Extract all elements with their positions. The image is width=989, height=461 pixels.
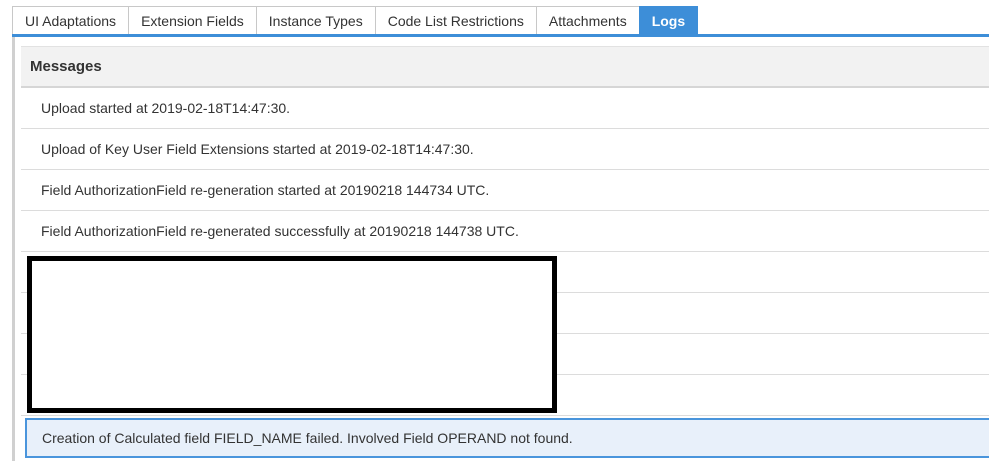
tab-attachments[interactable]: Attachments xyxy=(535,6,639,35)
message-row[interactable]: Upload started at 2019-02-18T14:47:30. xyxy=(21,88,989,129)
message-row[interactable]: Field AuthorizationField re-generated su… xyxy=(21,211,989,252)
tab-instance-types[interactable]: Instance Types xyxy=(255,6,375,35)
tab-ui-adaptations[interactable]: UI Adaptations xyxy=(12,6,129,35)
redaction-box xyxy=(27,256,557,413)
tab-strip: UI Adaptations Extension Fields Instance… xyxy=(12,6,699,35)
tab-code-list-restrictions[interactable]: Code List Restrictions xyxy=(374,6,536,35)
message-row[interactable]: Upload of Key User Field Extensions star… xyxy=(21,129,989,170)
logs-page: UI Adaptations Extension Fields Instance… xyxy=(0,0,989,461)
selected-error-message-row[interactable]: Creation of Calculated field FIELD_NAME … xyxy=(25,418,989,458)
message-row[interactable]: Field AuthorizationField re-generation s… xyxy=(21,170,989,211)
messages-column-header[interactable]: Messages xyxy=(21,46,989,88)
tab-extension-fields[interactable]: Extension Fields xyxy=(128,6,256,35)
tab-logs[interactable]: Logs xyxy=(638,6,699,35)
